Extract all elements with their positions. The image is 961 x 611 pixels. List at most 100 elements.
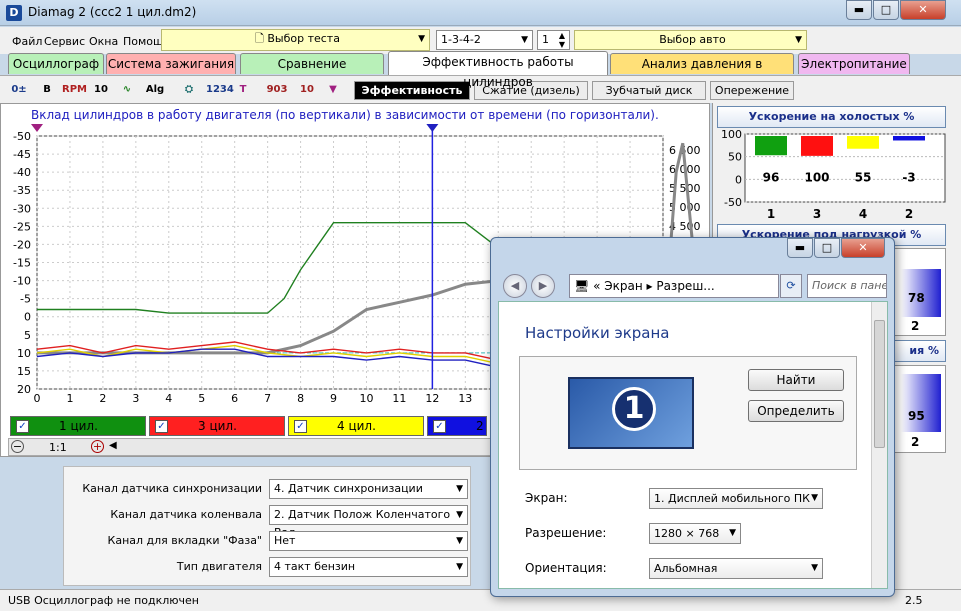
cylinder-value: 1 <box>542 33 549 46</box>
chevron-down-icon: ▼ <box>456 510 463 520</box>
breadcrumb-sep: « <box>593 279 601 293</box>
legend-item-0[interactable]: ✓ 1 цил. <box>10 416 146 436</box>
load-cyl-label: 2 <box>911 319 920 333</box>
dialog-close-button[interactable]: ✕ <box>841 238 885 258</box>
rpm-chart-icon[interactable]: 903 <box>266 79 288 101</box>
filter-icon[interactable]: ▼ <box>322 79 344 101</box>
checkbox-icon[interactable]: ✓ <box>433 420 446 433</box>
address-bar[interactable]: 🖥 « Экран ▸ Разреш... <box>569 274 779 298</box>
tab-4[interactable]: Анализ давления в цилиндре <box>610 53 794 91</box>
legend-item-1[interactable]: ✓ 3 цил. <box>149 416 285 436</box>
refresh-button[interactable]: ⟳ <box>780 274 802 298</box>
subtab-0[interactable]: Эффективность <box>354 81 470 100</box>
bold-icon[interactable]: B <box>36 79 58 101</box>
document-icon: 🗋 <box>255 32 268 45</box>
scrollbar-thumb[interactable] <box>874 320 885 448</box>
chevron-down-icon: ▼ <box>418 34 425 44</box>
auto-select-dropdown[interactable]: Выбор авто ▼ <box>574 30 807 50</box>
chevron-down-icon: ▼ <box>456 562 463 572</box>
tab-2[interactable]: Сравнение цилиндров <box>240 53 384 91</box>
legend-item-2[interactable]: ✓ 4 цил. <box>288 416 424 436</box>
idle-bar <box>847 136 879 149</box>
x-tick-label: 11 <box>392 392 406 405</box>
setting-dropdown[interactable]: 4. Датчик синхронизации ▼ <box>269 479 468 499</box>
idle-bar <box>893 136 925 141</box>
y-tick-label: 20 <box>17 383 31 396</box>
setting-dropdown[interactable]: Нет ▼ <box>269 531 468 551</box>
resolution-value: 1280 × 768 <box>654 527 720 540</box>
identify-button[interactable]: Определить <box>748 400 844 422</box>
minimize-button[interactable]: ▬ <box>846 0 872 20</box>
zoom-level: 1:1 <box>49 441 67 454</box>
screen-dropdown[interactable]: 1. Дисплей мобильного ПК ▼ <box>649 488 823 509</box>
tab-3[interactable]: Эффективность работы цилиндров <box>388 51 608 89</box>
test-select-dropdown[interactable]: 🗋 Выбор теста ▼ <box>161 29 430 51</box>
idle-accel-chart: 100 50 0 -50 96 1 100 3 55 4 -3 2 <box>721 130 946 220</box>
dialog-maximize-button[interactable]: □ <box>814 238 840 258</box>
checkbox-icon[interactable]: ✓ <box>16 420 29 433</box>
search-placeholder: Поиск в панели... <box>812 279 887 292</box>
algorithm-icon[interactable]: Alg <box>144 79 166 101</box>
settings-panel: Канал датчика синхронизации 4. Датчик син… <box>63 466 471 586</box>
setting-dropdown[interactable]: 4 такт бензин ▼ <box>269 557 468 577</box>
setting-dropdown[interactable]: 2. Датчик Полож Коленчатого Вал▼ <box>269 505 468 539</box>
screen-label: Экран: <box>525 491 568 505</box>
subtab-3[interactable]: Опережение <box>710 81 794 100</box>
setting-label: Канал датчика синхронизации <box>82 482 262 495</box>
zoom-in-icon[interactable]: + <box>91 440 104 453</box>
idle-tick: -50 <box>724 196 742 209</box>
breadcrumb-resolution[interactable]: Разреш... <box>656 279 714 293</box>
bar-chart-icon[interactable]: 10 <box>296 79 318 101</box>
bars-icon[interactable]: 1234 <box>206 79 234 101</box>
line-icon[interactable]: ∿ <box>116 79 138 101</box>
zoom-out-icon[interactable]: − <box>11 440 24 453</box>
idle-tick: 50 <box>728 151 742 164</box>
monitor-icon[interactable]: 1 <box>568 377 694 449</box>
tab-1[interactable]: Система зажигания <box>106 53 236 74</box>
legend-label: 2 <box>476 419 484 433</box>
dialog-minimize-button[interactable]: ▬ <box>787 238 813 258</box>
marker-icon[interactable]: T <box>232 79 254 101</box>
firing-order-dropdown[interactable]: 1-3-4-2 ▼ <box>436 30 533 50</box>
dialog-heading: Настройки экрана <box>525 324 670 342</box>
y-tick-label: 15 <box>17 365 31 378</box>
close-button[interactable]: ✕ <box>900 0 946 20</box>
menubar: Файл Сервис Окна Помощь 🗋 Выбор теста ▼ 1… <box>0 27 961 54</box>
forward-button[interactable]: ▶ <box>531 274 555 298</box>
idle-cyl-label: 2 <box>905 207 913 220</box>
engine-icon[interactable]: ⛭ <box>178 79 200 101</box>
checkbox-icon[interactable]: ✓ <box>294 420 307 433</box>
idle-bar <box>755 136 787 156</box>
cursor-marker-icon[interactable] <box>426 124 439 132</box>
x-tick-label: 10 <box>359 392 373 405</box>
menu-file[interactable]: Файл <box>12 35 42 48</box>
monitor-preview: 1 Найти Определить <box>519 356 857 470</box>
maximize-button[interactable]: □ <box>873 0 899 20</box>
scale-icon[interactable]: 10 <box>90 79 112 101</box>
breadcrumb-screen[interactable]: Экран <box>604 279 642 293</box>
resolution-dropdown[interactable]: 1280 × 768 ▼ <box>649 523 741 544</box>
start-marker-icon[interactable] <box>31 124 43 132</box>
find-button[interactable]: Найти <box>748 369 844 391</box>
menu-windows[interactable]: Окна <box>89 35 118 48</box>
rpm-icon[interactable]: RPM <box>62 79 87 101</box>
checkbox-icon[interactable]: ✓ <box>155 420 168 433</box>
idle-bar-value: 100 <box>804 170 829 184</box>
scroll-left-icon[interactable]: ◀ <box>109 440 117 451</box>
tab-0[interactable]: Осциллограф <box>8 53 104 74</box>
back-button[interactable]: ◀ <box>503 274 527 298</box>
orientation-dropdown[interactable]: Альбомная ▼ <box>649 558 823 579</box>
subtab-2[interactable]: Зубчатый диск <box>592 81 706 100</box>
cylinder-stepper[interactable]: 1 ▲ ▼ <box>537 30 570 50</box>
y-tick-label: 0 <box>24 311 31 324</box>
search-input[interactable]: Поиск в панели... <box>807 274 887 298</box>
legend-item-3[interactable]: ✓ 2 <box>427 416 487 436</box>
idle-cyl-label: 1 <box>767 207 775 220</box>
dialog-scrollbar[interactable] <box>871 302 887 588</box>
resolution-label: Разрешение: <box>525 526 607 540</box>
control-panel-icon: 🖥 <box>574 279 594 293</box>
chevron-down-icon: ▼ <box>795 35 802 45</box>
tab-5[interactable]: Электропитание <box>798 53 910 74</box>
menu-service[interactable]: Сервис <box>44 35 85 48</box>
zero-adjust-icon[interactable]: 0± <box>8 79 30 101</box>
